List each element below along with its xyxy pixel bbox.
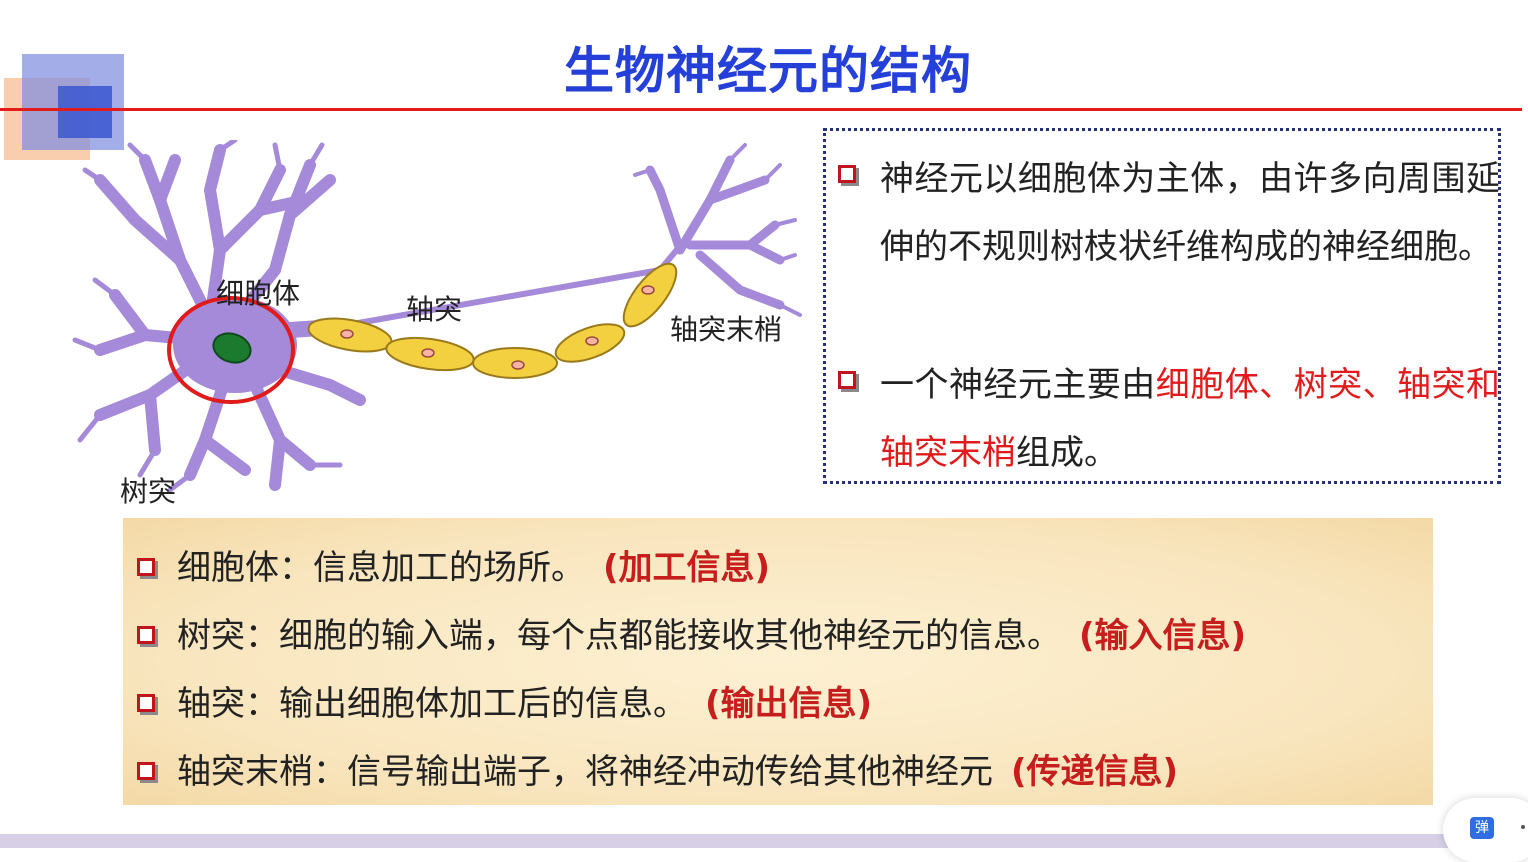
function-tag: (输出信息) — [705, 684, 873, 724]
function-text: 细胞体：信息加工的场所。 — [177, 548, 585, 588]
neuron-diagram: 细胞体 轴突 轴突末梢 树突 — [60, 137, 820, 520]
danmaku-icon[interactable]: 弹 — [1470, 817, 1494, 839]
square-bullet-icon — [137, 626, 155, 644]
definition-text-2: 一个神经元主要由细胞体、树突、轴突和轴突末梢组成。 — [880, 351, 1500, 487]
label-soma: 细胞体 — [216, 277, 301, 310]
definition-text-2-after: 组成。 — [1016, 433, 1118, 473]
function-item-axon-terminal: 轴突末梢：信号输出端子，将神经冲动传给其他神经元 (传递信息) — [137, 738, 1178, 806]
function-item-axon: 轴突：输出细胞体加工后的信息。 (输出信息) — [137, 670, 872, 738]
function-tag: (传递信息) — [1011, 752, 1179, 792]
square-bullet-icon — [838, 371, 856, 389]
square-bullet-icon — [838, 165, 856, 183]
more-dot-icon[interactable] — [1521, 825, 1525, 829]
function-text: 轴突末梢：信号输出端子，将神经冲动传给其他神经元 — [177, 752, 993, 792]
slide-title: 生物神经元的结构 — [564, 42, 972, 100]
definition-text-1: 神经元以细胞体为主体，由许多向周围延伸的不规则树枝状纤维构成的神经细胞。 — [880, 159, 1500, 267]
function-item-soma: 细胞体：信息加工的场所。 (加工信息) — [137, 534, 770, 602]
function-item-dendrite: 树突：细胞的输入端，每个点都能接收其他神经元的信息。 (输入信息) — [137, 602, 1246, 670]
title-divider — [0, 108, 1522, 111]
function-tag: (输入信息) — [1079, 616, 1247, 656]
function-text: 轴突：输出细胞体加工后的信息。 — [177, 684, 687, 724]
definition-box: 神经元以细胞体为主体，由许多向周围延伸的不规则树枝状纤维构成的神经细胞。 一个神… — [823, 128, 1501, 484]
square-bullet-icon — [137, 762, 155, 780]
square-bullet-icon — [137, 694, 155, 712]
bottom-scroll-bar — [0, 834, 1528, 848]
definition-text-2-before: 一个神经元主要由 — [880, 365, 1156, 405]
label-axon: 轴突 — [406, 293, 463, 326]
square-bullet-icon — [137, 558, 155, 576]
function-list-panel: 细胞体：信息加工的场所。 (加工信息) 树突：细胞的输入端，每个点都能接收其他神经… — [123, 518, 1433, 805]
label-axon-terminal: 轴突末梢 — [670, 313, 783, 346]
function-text: 树突：细胞的输入端，每个点都能接收其他神经元的信息。 — [177, 616, 1061, 656]
label-dendrite: 树突 — [120, 475, 177, 508]
function-tag: (加工信息) — [603, 548, 771, 588]
